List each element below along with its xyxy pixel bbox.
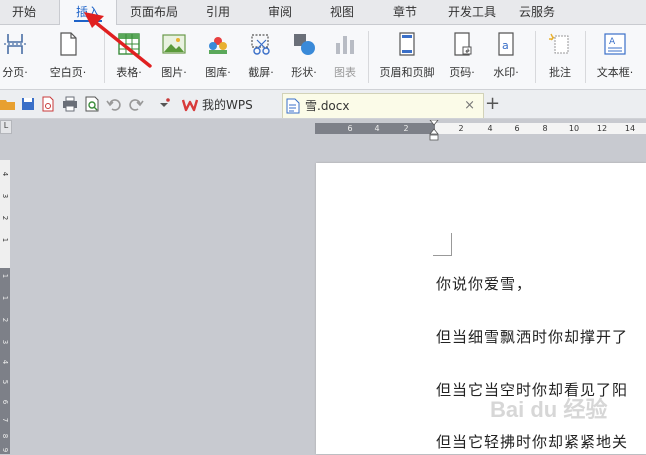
red-arrow-annotation	[84, 12, 152, 68]
ruler-tab-selector[interactable]: L	[0, 120, 12, 134]
ruler-tick: 10	[568, 124, 580, 133]
tab-references[interactable]: 引用	[196, 0, 240, 24]
tab-chapter[interactable]: 章节	[383, 0, 427, 24]
horizontal-ruler[interactable]: 6 4 2 2 4 6 8 10 12 14	[315, 123, 646, 134]
ruler-tick: 1	[1, 295, 9, 301]
ruler-tick: 4	[1, 171, 9, 177]
chart-label: 图表	[334, 66, 356, 79]
page-break-icon	[4, 34, 26, 54]
ribbon-separator	[535, 31, 536, 83]
export-pdf-icon[interactable]	[40, 96, 56, 112]
watermark-button[interactable]: a 水印·	[486, 29, 526, 85]
ruler-tick: 5	[1, 379, 9, 385]
wps-logo-icon	[182, 99, 198, 112]
ribbon-separator	[368, 31, 369, 83]
svg-text:#: #	[465, 48, 470, 55]
document-icon	[286, 98, 300, 114]
chart-button[interactable]: 图表	[325, 29, 365, 85]
open-folder-icon[interactable]	[0, 96, 16, 112]
ruler-tick: 6	[514, 124, 520, 133]
add-tab-icon[interactable]: +	[485, 95, 500, 113]
ruler-tick: 1	[1, 237, 9, 243]
ruler-tick: 2	[403, 124, 409, 133]
tab-cloud[interactable]: 云服务	[512, 0, 562, 24]
header-footer-button[interactable]: 页眉和页脚	[374, 29, 440, 85]
textbox-label: 文本框·	[596, 66, 634, 79]
shape-label: 形状·	[291, 66, 317, 79]
close-tab-icon[interactable]: ×	[464, 94, 475, 118]
gallery-label: 图库·	[205, 66, 231, 79]
ruler-tick: 4	[487, 124, 493, 133]
picture-button[interactable]: 图片·	[153, 29, 195, 85]
watermark-icon: a	[498, 32, 514, 56]
chart-icon	[336, 36, 354, 54]
ruler-tick: 4	[374, 124, 380, 133]
tab-document-label: 雪.docx	[305, 99, 350, 113]
page-number-label: 页码·	[449, 66, 475, 79]
ribbon-separator	[585, 31, 586, 83]
undo-icon[interactable]	[106, 96, 122, 112]
tab-my-wps-label: 我的WPS	[202, 98, 253, 112]
textbox-button[interactable]: A 文本框·	[588, 29, 642, 85]
ruler-tick: 8	[1, 433, 9, 439]
tab-developer[interactable]: 开发工具	[442, 0, 502, 24]
picture-icon	[162, 34, 186, 54]
ruler-tick: 12	[596, 124, 608, 133]
svg-text:A: A	[609, 37, 616, 47]
ruler-tick: 4	[1, 359, 9, 365]
gallery-icon	[209, 37, 227, 54]
tab-document[interactable]: 雪.docx ×	[282, 93, 484, 118]
baidu-watermark: Bai du 经验	[490, 397, 608, 422]
print-icon[interactable]	[62, 96, 78, 112]
ruler-tick: 3	[1, 193, 9, 199]
tab-review[interactable]: 审阅	[258, 0, 302, 24]
ruler-tick: 14	[624, 124, 636, 133]
ruler-tick: 7	[1, 417, 9, 423]
screenshot-button[interactable]: 截屏·	[240, 29, 282, 85]
tab-view[interactable]: 视图	[320, 0, 364, 24]
picture-label: 图片·	[161, 66, 187, 79]
screenshot-label: 截屏·	[248, 66, 274, 79]
margin-crop-mark	[433, 233, 452, 256]
document-line[interactable]: 你说你爱雪，	[436, 273, 532, 294]
comment-button[interactable]: 批注	[540, 29, 580, 85]
shape-button[interactable]: 形状·	[283, 29, 325, 85]
indent-marker[interactable]	[429, 120, 439, 142]
shape-icon	[294, 34, 315, 55]
page-number-button[interactable]: # 页码·	[444, 29, 480, 85]
ruler-tick: 2	[458, 124, 464, 133]
page-break-label: 分页·	[2, 66, 28, 79]
quick-access-bar: 我的WPS 雪.docx ×	[0, 90, 646, 119]
ruler-tick: 3	[1, 339, 9, 345]
ruler-tick: 8	[542, 124, 548, 133]
svg-text:a: a	[502, 39, 509, 52]
ruler-tick: 2	[1, 317, 9, 323]
print-preview-icon[interactable]	[84, 96, 100, 112]
gallery-button[interactable]: 图库·	[197, 29, 239, 85]
comment-icon	[549, 33, 569, 54]
comment-label: 批注	[549, 66, 571, 79]
header-footer-icon	[399, 32, 415, 56]
tab-my-wps[interactable]: 我的WPS	[180, 93, 280, 117]
document-line[interactable]: 但当它轻拂时你却紧紧地关	[436, 431, 628, 452]
ruler-tick: 2	[1, 215, 9, 221]
tab-home[interactable]: 开始	[0, 0, 48, 24]
page-number-icon: #	[454, 32, 472, 56]
customize-toolbar-icon[interactable]	[156, 96, 172, 112]
textbox-icon: A	[604, 33, 626, 55]
ruler-tick: 6	[1, 399, 9, 405]
page-break-button[interactable]: 分页·	[0, 29, 30, 85]
vertical-ruler[interactable]: 4 3 2 1 1 1 2 3 4 5 6 7 8 9	[0, 160, 10, 454]
redo-icon[interactable]	[128, 96, 144, 112]
screenshot-icon	[251, 34, 270, 55]
watermark-label: 水印·	[493, 66, 519, 79]
ruler-tick: 6	[347, 124, 353, 133]
ruler-text-area	[435, 123, 646, 134]
header-footer-label: 页眉和页脚	[379, 66, 435, 79]
ruler-tick: 1	[1, 273, 9, 279]
save-icon[interactable]	[20, 96, 36, 112]
document-line[interactable]: 但当细雪飘洒时你却撑开了	[436, 326, 628, 347]
